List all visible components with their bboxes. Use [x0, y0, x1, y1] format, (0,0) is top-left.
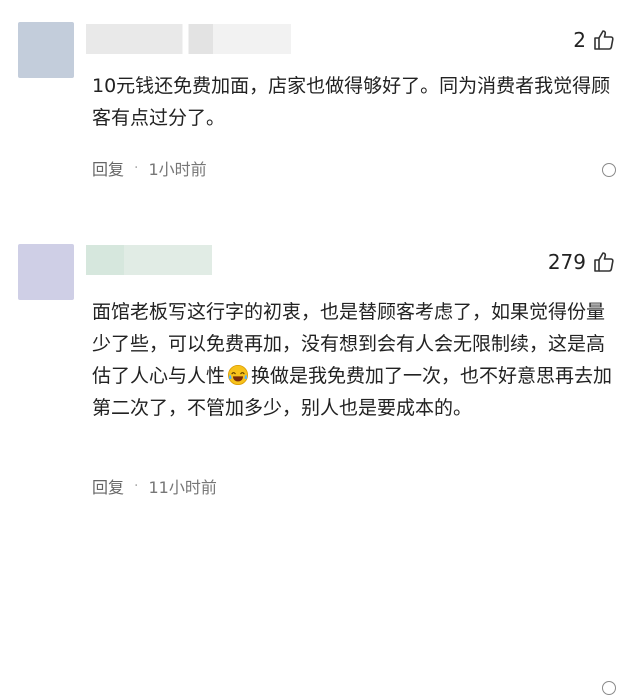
laughing-crying-emoji-icon [228, 365, 249, 385]
meta-separator: · [134, 478, 139, 494]
like-button[interactable]: 2 [573, 28, 616, 52]
comment-text: 10元钱还免费加面，店家也做得够好了。同为消费者我觉得顾客有点过分了。 [92, 75, 611, 129]
avatar[interactable] [18, 244, 74, 300]
reply-button[interactable]: 回复 [92, 156, 124, 180]
comment-meta: 回复 · 1小时前 [92, 156, 207, 180]
timestamp: 11小时前 [148, 478, 217, 497]
username-blurred[interactable] [86, 245, 212, 275]
meta-separator: · [134, 160, 139, 176]
more-options-icon[interactable] [602, 163, 616, 177]
more-options-icon[interactable] [602, 681, 616, 695]
username-blurred[interactable] [86, 24, 291, 54]
thumbs-up-icon [594, 252, 614, 272]
comment-text: 面馆老板写这行字的初衷，也是替顾客考虑了，如果觉得份量少了些，可以免费再加，没有… [92, 296, 622, 424]
like-button[interactable]: 279 [548, 250, 616, 274]
reply-button[interactable]: 回复 [92, 474, 124, 498]
like-count: 279 [547, 250, 586, 274]
like-count: 2 [573, 28, 586, 52]
comment-meta: 回复 · 11小时前 [92, 474, 217, 498]
comment-item: 279 面馆老板写这行字的初衷，也是替顾客考虑了，如果觉得份量少了些，可以免费再… [0, 200, 640, 695]
timestamp: 1小时前 [148, 160, 207, 179]
comment-item: 2 10元钱还免费加面，店家也做得够好了。同为消费者我觉得顾客有点过分了。 回复… [0, 0, 640, 200]
avatar[interactable] [18, 22, 74, 78]
thumbs-up-icon [594, 30, 614, 50]
